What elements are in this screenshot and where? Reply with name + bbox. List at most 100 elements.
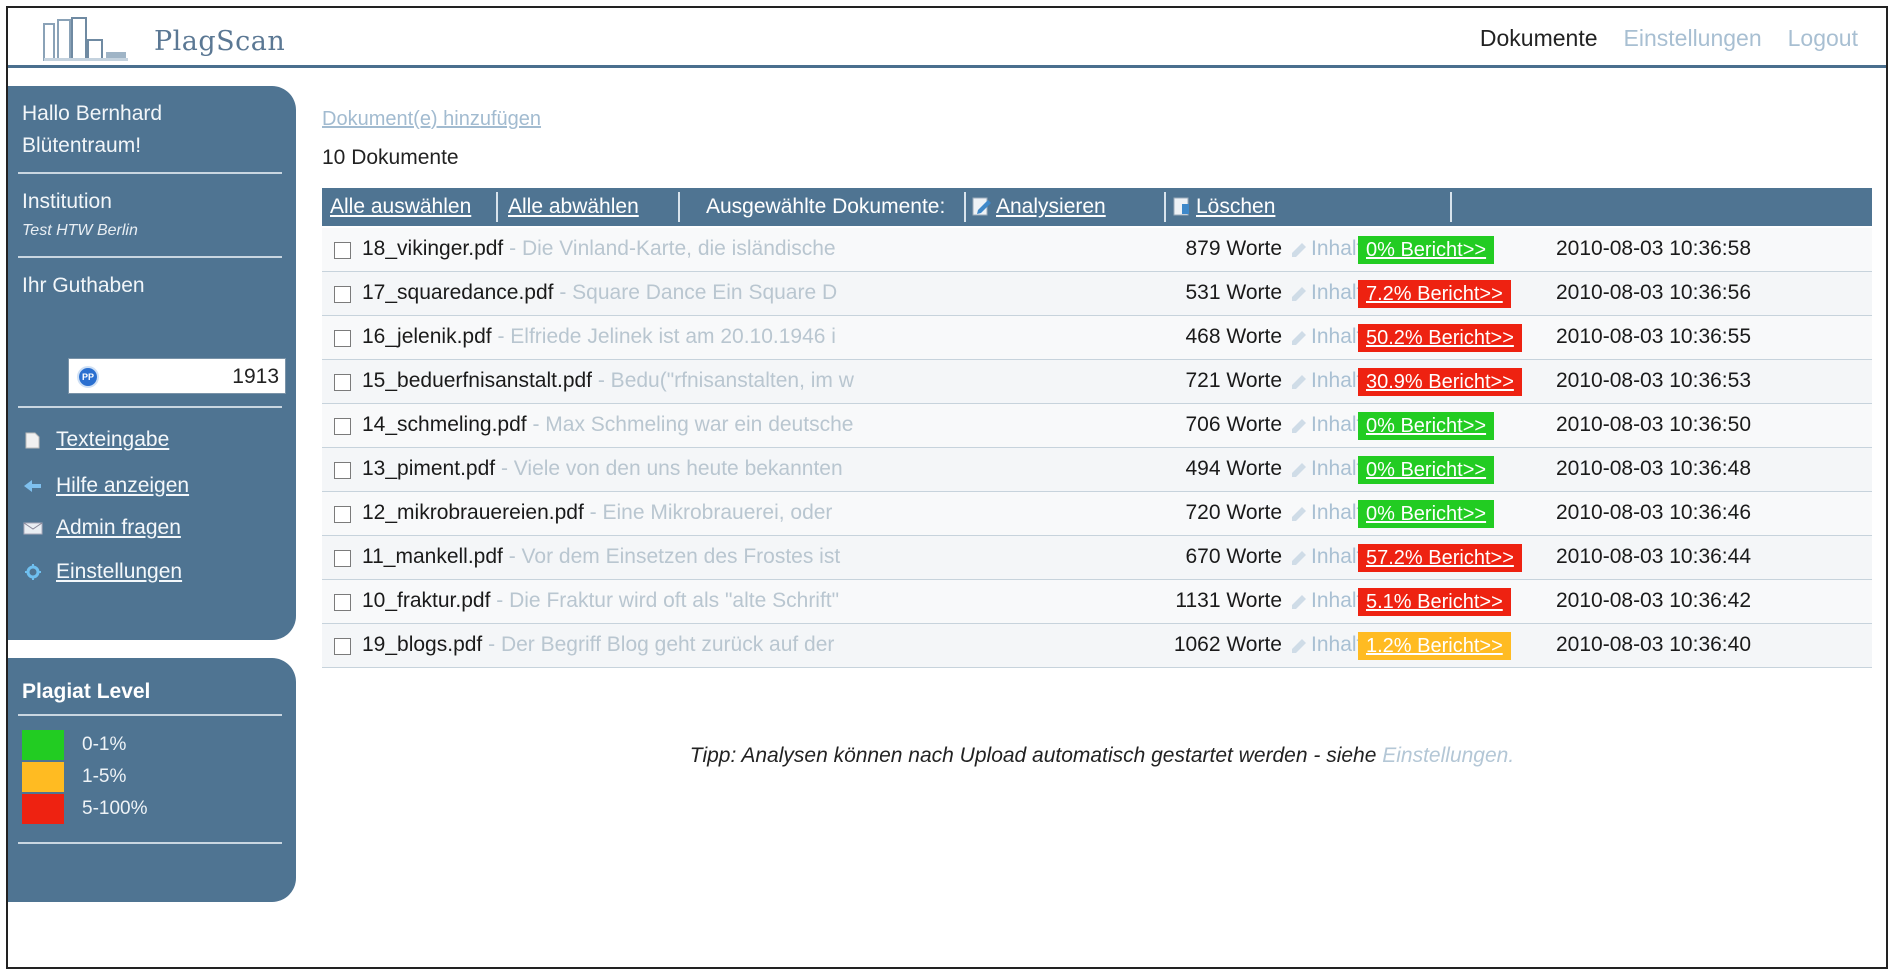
sidebar-item-texteingabe[interactable]: Texteingabe [22, 428, 169, 452]
help-arrow-icon [24, 480, 41, 492]
upload-date: 2010-08-03 10:36:58 [1556, 237, 1751, 260]
row-checkbox[interactable] [334, 418, 351, 435]
credit-value: 1913 [232, 365, 279, 388]
content-link[interactable]: Inhalt [1290, 325, 1362, 349]
upload-date: 2010-08-03 10:36:48 [1556, 457, 1751, 480]
file-name[interactable]: 10_fraktur.pdf [362, 589, 490, 612]
report-badge[interactable]: 0% Bericht>> [1358, 412, 1495, 440]
report-badge[interactable]: 50.2% Bericht>> [1358, 324, 1522, 352]
report-badge[interactable]: 1.2% Bericht>> [1358, 632, 1511, 660]
text-input-link[interactable]: Texteingabe [56, 428, 169, 452]
legend-swatch-red [22, 794, 64, 824]
content-icon [1292, 551, 1306, 565]
content-link[interactable]: Inhalt [1290, 545, 1362, 569]
table-row: 13_piment.pdf - Viele von den uns heute … [322, 448, 1872, 492]
row-checkbox[interactable] [334, 638, 351, 655]
row-checkbox[interactable] [334, 462, 351, 479]
report-badge[interactable]: 30.9% Bericht>> [1358, 368, 1522, 396]
legend-label: 1-5% [82, 766, 127, 787]
content-link[interactable]: Inhalt [1290, 457, 1362, 481]
file-snippet: - Bedu("rfnisanstalten, im w [597, 369, 854, 392]
greeting-line2: Blütentraum! [22, 134, 142, 157]
mail-icon [23, 522, 43, 535]
ask-admin-link[interactable]: Admin fragen [56, 516, 181, 540]
word-count: 1131 Worte [1175, 589, 1282, 612]
file-snippet: - Max Schmeling war ein deutsche [532, 413, 854, 436]
file-name[interactable]: 17_squaredance.pdf [362, 281, 554, 304]
file-name[interactable]: 16_jelenik.pdf [362, 325, 492, 348]
table-row: 14_schmeling.pdf - Max Schmeling war ein… [322, 404, 1872, 448]
upload-date: 2010-08-03 10:36:55 [1556, 325, 1751, 348]
tip-message: Tipp: Analysen können nach Upload automa… [689, 744, 1383, 767]
plagiat-level-legend: Plagiat Level 0-1% 1-5% 5-100% [8, 658, 296, 902]
report-badge[interactable]: 57.2% Bericht>> [1358, 544, 1522, 572]
sidebar-item-hilfe[interactable]: Hilfe anzeigen [22, 474, 189, 498]
content-link[interactable]: Inhalt [1290, 589, 1362, 613]
row-checkbox[interactable] [334, 594, 351, 611]
content-icon [1292, 507, 1306, 521]
analyze-link[interactable]: Analysieren [996, 195, 1106, 218]
file-name[interactable]: 14_schmeling.pdf [362, 413, 527, 436]
nav-documents[interactable]: Dokumente [1480, 25, 1598, 52]
row-checkbox[interactable] [334, 242, 351, 259]
deselect-all-link[interactable]: Alle abwählen [508, 195, 639, 218]
nav-logout[interactable]: Logout [1788, 25, 1858, 52]
row-checkbox[interactable] [334, 506, 351, 523]
word-count: 706 Worte [1185, 413, 1283, 436]
content-link[interactable]: Inhalt [1290, 501, 1362, 525]
row-checkbox[interactable] [334, 374, 351, 391]
content-link[interactable]: Inhalt [1290, 633, 1362, 657]
file-name[interactable]: 11_mankell.pdf [362, 545, 503, 568]
sidebar-divider [18, 172, 282, 174]
word-count: 670 Worte [1185, 545, 1283, 568]
file-name[interactable]: 15_beduerfnisanstalt.pdf [362, 369, 592, 392]
row-checkbox[interactable] [334, 330, 351, 347]
content-icon [1292, 243, 1306, 257]
nav-settings[interactable]: Einstellungen [1624, 25, 1762, 52]
delete-button[interactable]: Löschen [1172, 188, 1275, 226]
file-name[interactable]: 19_blogs.pdf [362, 633, 482, 656]
plagscan-logo[interactable]: PlagScan [42, 14, 285, 62]
row-checkbox[interactable] [334, 550, 351, 567]
content-icon [1292, 287, 1306, 301]
report-badge[interactable]: 0% Bericht>> [1358, 500, 1495, 528]
report-badge[interactable]: 5.1% Bericht>> [1358, 588, 1511, 616]
content-icon [1292, 639, 1306, 653]
add-documents-link[interactable]: Dokument(e) hinzufügen [322, 108, 541, 131]
delete-link[interactable]: Löschen [1196, 195, 1275, 218]
content-icon [1292, 331, 1306, 345]
legend-label: 5-100% [82, 798, 148, 819]
legend-item: 1-5% [22, 762, 126, 792]
file-snippet: - Der Begriff Blog geht zurück auf der [488, 633, 835, 656]
row-checkbox[interactable] [334, 286, 351, 303]
top-nav: Dokumente Einstellungen Logout [1480, 25, 1858, 52]
greeting-line1: Hallo Bernhard [22, 102, 163, 125]
tip-text: Tipp: Analysen können nach Upload automa… [322, 744, 1882, 768]
content-icon [1292, 463, 1306, 477]
settings-link[interactable]: Einstellungen [56, 560, 182, 584]
file-snippet: - Elfriede Jelinek ist am 20.10.1946 i [497, 325, 836, 348]
upload-date: 2010-08-03 10:36:46 [1556, 501, 1751, 524]
report-badge[interactable]: 7.2% Bericht>> [1358, 280, 1511, 308]
upload-date: 2010-08-03 10:36:50 [1556, 413, 1751, 436]
content-link[interactable]: Inhalt [1290, 369, 1362, 393]
sidebar-item-admin[interactable]: Admin fragen [22, 516, 181, 540]
credit-field: PP 1913 [68, 358, 286, 394]
analyze-button[interactable]: Analysieren [972, 188, 1106, 226]
document-icon [25, 432, 40, 449]
document-table: 18_vikinger.pdf - Die Vinland-Karte, die… [322, 228, 1872, 668]
select-all-link[interactable]: Alle auswählen [330, 195, 471, 218]
report-badge[interactable]: 0% Bericht>> [1358, 236, 1495, 264]
table-row: 15_beduerfnisanstalt.pdf - Bedu("rfnisan… [322, 360, 1872, 404]
content-link[interactable]: Inhalt [1290, 237, 1362, 261]
content-link[interactable]: Inhalt [1290, 281, 1362, 305]
content-icon [1292, 375, 1306, 389]
help-link[interactable]: Hilfe anzeigen [56, 474, 189, 498]
tip-settings-link[interactable]: Einstellungen [1382, 744, 1508, 767]
file-name[interactable]: 13_piment.pdf [362, 457, 495, 480]
file-name[interactable]: 12_mikrobrauereien.pdf [362, 501, 584, 524]
file-name[interactable]: 18_vikinger.pdf [362, 237, 503, 260]
report-badge[interactable]: 0% Bericht>> [1358, 456, 1495, 484]
content-link[interactable]: Inhalt [1290, 413, 1362, 437]
sidebar-item-einstellungen[interactable]: Einstellungen [22, 560, 182, 584]
